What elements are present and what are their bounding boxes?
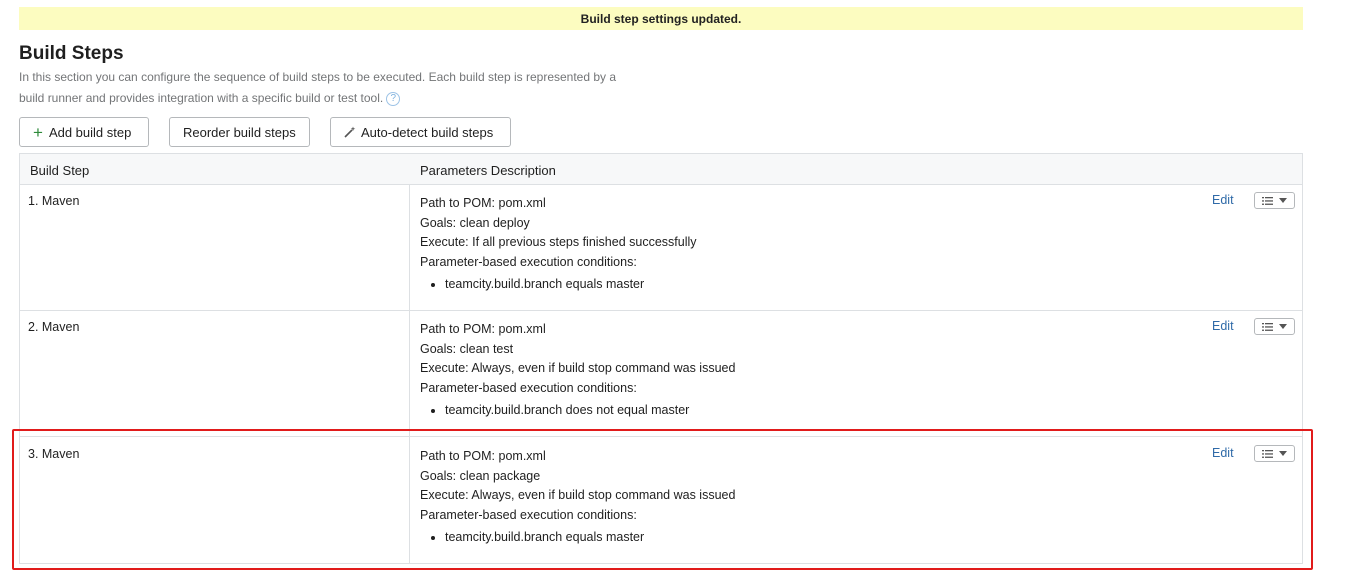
table-header: Build Step Parameters Description: [20, 154, 1302, 185]
build-steps-table: Build Step Parameters Description 1. Mav…: [19, 153, 1303, 564]
magic-wand-icon: [344, 126, 356, 138]
conditions-label: Parameter-based execution conditions:: [420, 380, 637, 395]
help-icon[interactable]: ?: [386, 91, 401, 106]
goals: Goals: clean test: [420, 341, 514, 356]
table-row: 1. Maven Path to POM: pom.xml Goals: cle…: [20, 185, 1302, 311]
step-parameters: Path to POM: pom.xml Goals: clean packag…: [420, 447, 735, 547]
reorder-build-steps-label: Reorder build steps: [183, 124, 296, 140]
conditions-label: Parameter-based execution conditions:: [420, 507, 637, 522]
step-name: 1. Maven: [28, 194, 80, 208]
page-title: Build Steps: [19, 43, 124, 64]
chevron-down-icon: [1279, 451, 1287, 456]
goals: Goals: clean package: [420, 468, 541, 483]
step-name: 2. Maven: [28, 320, 80, 334]
edit-link[interactable]: Edit: [1212, 446, 1234, 460]
pom-path: Path to POM: pom.xml: [420, 449, 546, 463]
banner-message: Build step settings updated.: [580, 11, 742, 26]
step-parameters: Path to POM: pom.xml Goals: clean deploy…: [420, 194, 697, 294]
step-actions-menu-button[interactable]: [1254, 445, 1295, 462]
step-parameters: Path to POM: pom.xml Goals: clean test E…: [420, 320, 735, 420]
execute-condition: Execute: If all previous steps finished …: [420, 235, 697, 249]
execute-condition: Execute: Always, even if build stop comm…: [420, 488, 736, 502]
list-icon: [1262, 449, 1273, 458]
reorder-build-steps-button[interactable]: Reorder build steps: [169, 117, 310, 147]
execute-condition: Execute: Always, even if build stop comm…: [420, 361, 736, 375]
description-text: In this section you can configure the se…: [19, 70, 617, 105]
step-name: 3. Maven: [28, 447, 80, 461]
pom-path: Path to POM: pom.xml: [420, 196, 546, 210]
condition-item: teamcity.build.branch equals master: [445, 528, 735, 547]
section-description: In this section you can configure the se…: [19, 67, 639, 109]
header-build-step: Build Step: [30, 163, 90, 178]
step-actions-menu-button[interactable]: [1254, 192, 1295, 209]
header-parameters-description: Parameters Description: [420, 163, 556, 178]
add-build-step-button[interactable]: + Add build step: [19, 117, 149, 147]
conditions-list: teamcity.build.branch equals master: [420, 528, 735, 547]
edit-link[interactable]: Edit: [1212, 193, 1234, 207]
list-icon: [1262, 322, 1273, 331]
condition-item: teamcity.build.branch equals master: [445, 275, 697, 294]
plus-icon: +: [33, 122, 43, 142]
table-row: 2. Maven Path to POM: pom.xml Goals: cle…: [20, 311, 1302, 437]
add-build-step-label: Add build step: [48, 124, 132, 140]
step-actions-menu-button[interactable]: [1254, 318, 1295, 335]
success-banner: Build step settings updated.: [19, 7, 1303, 30]
goals: Goals: clean deploy: [420, 215, 530, 230]
table-row: 3. Maven Path to POM: pom.xml Goals: cle…: [20, 438, 1302, 564]
list-icon: [1262, 196, 1273, 205]
auto-detect-build-steps-label: Auto-detect build steps: [361, 124, 494, 140]
chevron-down-icon: [1279, 324, 1287, 329]
chevron-down-icon: [1279, 198, 1287, 203]
conditions-list: teamcity.build.branch does not equal mas…: [420, 401, 735, 420]
condition-item: teamcity.build.branch does not equal mas…: [445, 401, 735, 420]
edit-link[interactable]: Edit: [1212, 319, 1234, 333]
conditions-list: teamcity.build.branch equals master: [420, 275, 697, 294]
pom-path: Path to POM: pom.xml: [420, 322, 546, 336]
conditions-label: Parameter-based execution conditions:: [420, 254, 637, 269]
auto-detect-build-steps-button[interactable]: Auto-detect build steps: [330, 117, 511, 147]
